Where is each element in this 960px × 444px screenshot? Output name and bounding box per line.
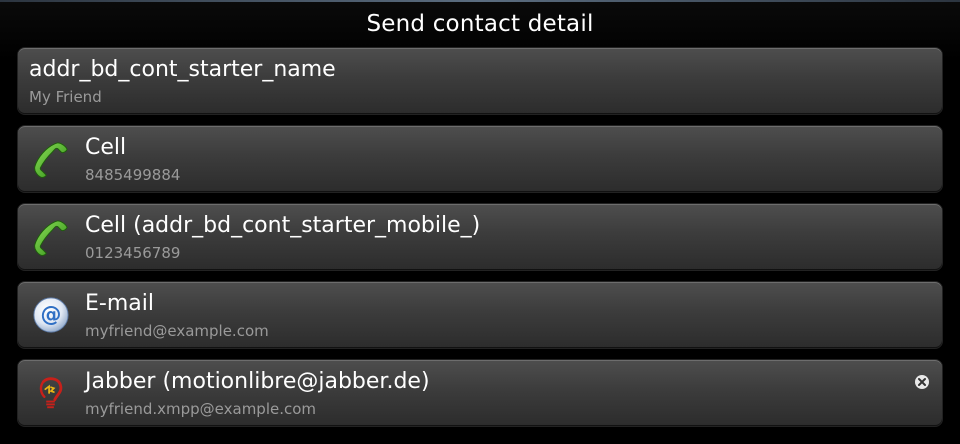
list-item-name[interactable]: addr_bd_cont_starter_name My Friend (18, 48, 942, 114)
list-item-value: myfriend@example.com (85, 322, 269, 340)
email-at-icon: @ (33, 297, 69, 333)
list-item-value: 8485499884 (85, 166, 181, 184)
list-item-label: Cell (addr_bd_cont_starter_mobile_) (85, 213, 481, 238)
list-item-label: Cell (85, 135, 127, 160)
page-title: Send contact detail (366, 11, 594, 37)
list-item-value: myfriend.xmpp@example.com (85, 400, 317, 418)
list-item-cell[interactable]: Cell 8485499884 (18, 126, 942, 192)
send-contact-detail-screen: Send contact detail addr_bd_cont_starter… (0, 0, 960, 444)
list-item-label: Jabber (motionlibre@jabber.de) (85, 369, 430, 394)
list-item-email[interactable]: @ E-mail myfriend@example.com (18, 282, 942, 348)
list-item-label: E-mail (85, 291, 154, 316)
phone-icon (34, 142, 68, 178)
contact-detail-list: addr_bd_cont_starter_name My Friend Cell… (18, 48, 942, 438)
list-item-cell-mobile[interactable]: Cell (addr_bd_cont_starter_mobile_) 0123… (18, 204, 942, 270)
list-item-label: addr_bd_cont_starter_name (29, 57, 336, 82)
list-item-jabber[interactable]: Jabber (motionlibre@jabber.de) myfriend.… (18, 360, 942, 426)
svg-text:@: @ (41, 303, 62, 327)
top-highlight-line (0, 0, 960, 2)
phone-icon (34, 220, 68, 256)
jabber-bulb-icon (39, 377, 63, 409)
close-icon[interactable] (914, 374, 930, 390)
list-item-value: My Friend (29, 88, 102, 106)
list-item-value: 0123456789 (85, 244, 181, 262)
